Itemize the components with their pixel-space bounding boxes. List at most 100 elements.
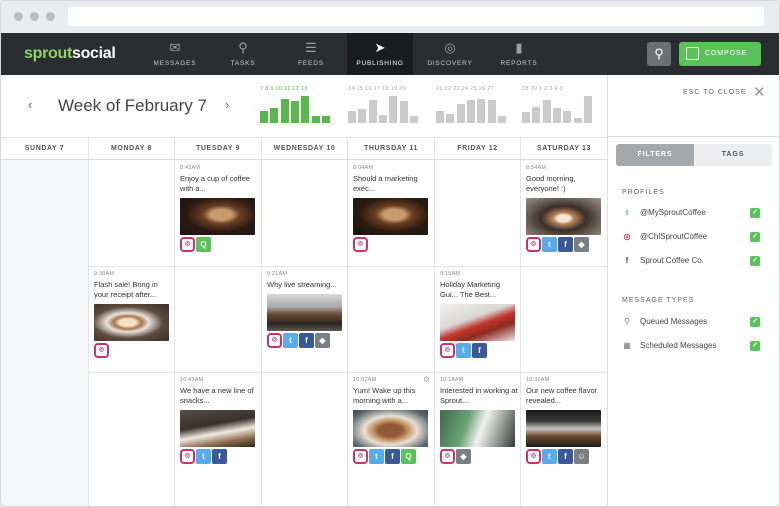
logo-part-social: social (71, 45, 116, 62)
window-dot-close[interactable] (14, 12, 23, 21)
histogram-bar (321, 116, 330, 123)
message-type-label: Scheduled Messages (640, 341, 717, 350)
nav-item-reports[interactable]: ▮ REPORTS (486, 33, 552, 75)
profile-label: Sprout Coffee Co. (640, 256, 704, 265)
message-type-filter-row[interactable]: ▦ Scheduled Messages ✓ (622, 340, 762, 352)
facebook-icon[interactable]: f (212, 449, 227, 464)
twitter-icon[interactable]: t (196, 449, 211, 464)
facebook-icon[interactable]: f (299, 333, 314, 348)
twitter-icon[interactable]: t (369, 449, 384, 464)
instagram-icon[interactable]: ◎ (353, 449, 368, 464)
post-time: 10:18AM (440, 377, 464, 383)
profile-checkbox[interactable]: ✓ (750, 232, 760, 242)
post-image[interactable] (267, 294, 342, 331)
post-card[interactable]: 8:04AM Should a marketing exec... ◎ (353, 165, 431, 252)
week-histogram[interactable]: 21 22 23 24 25 26 27 (436, 86, 508, 126)
logo[interactable]: sproutsocial (24, 45, 116, 63)
post-card[interactable]: 9:30AM Flash sale! Bring in your receipt … (94, 271, 172, 358)
compass-icon: ◎ (444, 40, 456, 55)
tab-filters[interactable]: FILTERS (616, 144, 694, 166)
twitter-icon[interactable]: t (456, 343, 471, 358)
week-histogram[interactable]: 7 8 9 10 11 12 13 (260, 86, 332, 126)
profile-filter-row[interactable]: f Sprout Coffee Co. ✓ (622, 255, 762, 267)
post-network-icons: ◎ t f ◆ (526, 237, 604, 252)
instagram-icon[interactable]: ◎ (94, 343, 109, 358)
instagram-icon[interactable]: ◎ (267, 333, 282, 348)
post-image[interactable] (353, 198, 428, 235)
profile-filter-row[interactable]: ◎ @ChlSproutCoffee ✓ (622, 231, 762, 243)
instagram-icon[interactable]: ◎ (180, 449, 195, 464)
instagram-icon[interactable]: ◎ (526, 237, 541, 252)
top-nav: sproutsocial ✉ MESSAGES ⚲ TASKS ☰ FEEDS ➤ PUBLI… (1, 33, 779, 75)
instagram-icon[interactable]: ◎ (180, 237, 195, 252)
gear-icon[interactable]: ⚙ (423, 375, 430, 384)
profile-filter-row[interactable]: t @MySproutCoffee ✓ (622, 207, 762, 219)
histogram-bar (368, 100, 377, 123)
tab-tags[interactable]: TAGS (694, 144, 772, 166)
post-card[interactable]: 10:02AM Yum! Wake up this morning with a.… (353, 375, 431, 464)
post-card[interactable]: 8:43AM Enjoy a cup of coffee with a... ◎ Q (180, 165, 258, 252)
nav-item-tasks[interactable]: ⚲ TASKS (210, 33, 276, 75)
twitter-icon[interactable]: t (283, 333, 298, 348)
address-bar[interactable] (68, 7, 764, 26)
message-type-filter-row[interactable]: ⚲ Queued Messages ✓ (622, 316, 762, 328)
tag-icon[interactable]: ◆ (574, 237, 589, 252)
post-text: Yum! Wake up this morning with a... (353, 386, 416, 405)
histogram-bar (542, 100, 551, 123)
profile-checkbox[interactable]: ✓ (750, 256, 760, 266)
message-type-checkbox[interactable]: ✓ (750, 341, 760, 351)
search-icon: ⚲ (654, 46, 664, 61)
post-image[interactable] (180, 198, 255, 235)
nav-item-feeds[interactable]: ☰ FEEDS (278, 33, 344, 75)
close-icon[interactable]: ✕ (753, 85, 766, 100)
post-card[interactable]: 9:21AM Why live streaming... ◎ t f ◆ (267, 271, 345, 348)
tag-icon[interactable]: ◆ (315, 333, 330, 348)
post-image[interactable] (526, 410, 601, 447)
search-button[interactable]: ⚲ (647, 42, 671, 66)
week-histogram[interactable]: 14 15 16 17 18 19 20 (348, 86, 420, 126)
post-time: 9:21AM (267, 271, 288, 277)
instagram-icon[interactable]: ◎ (526, 449, 541, 464)
post-image[interactable] (440, 410, 515, 447)
post-image[interactable] (440, 304, 515, 341)
post-image[interactable] (94, 304, 169, 341)
queue-icon[interactable]: Q (401, 449, 416, 464)
post-card[interactable]: 10:43AM We have a new line of snacks... ◎ t… (180, 377, 258, 464)
post-card[interactable]: 9:15AM Holiday Marketing Gui... The Best.… (440, 271, 518, 358)
next-week-button[interactable]: › (225, 97, 229, 112)
filter-panel: ESC TO CLOSE ✕ FILTERS TAGS PROFILES t @M… (607, 75, 779, 506)
compose-icon (686, 47, 699, 60)
facebook-icon[interactable]: f (558, 449, 573, 464)
histogram-bar (583, 96, 592, 123)
compose-button[interactable]: COMPOSE (679, 42, 761, 66)
histogram-bars (348, 94, 420, 123)
facebook-icon: f (625, 256, 629, 265)
facebook-icon[interactable]: f (472, 343, 487, 358)
facebook-icon[interactable]: f (385, 449, 400, 464)
nav-item-messages[interactable]: ✉ MESSAGES (142, 33, 208, 75)
queue-icon[interactable]: Q (196, 237, 211, 252)
post-image[interactable] (353, 410, 428, 447)
tag-icon[interactable]: ◆ (456, 449, 471, 464)
post-image[interactable] (180, 410, 255, 447)
window-dot-minimize[interactable] (30, 12, 39, 21)
instagram-icon[interactable]: ◎ (353, 237, 368, 252)
previous-week-button[interactable]: ‹ (28, 97, 32, 112)
twitter-icon[interactable]: t (542, 449, 557, 464)
user-icon[interactable]: ☺ (574, 449, 589, 464)
post-image[interactable] (526, 198, 601, 235)
facebook-icon[interactable]: f (558, 237, 573, 252)
post-card[interactable]: 10:30AM Our new coffee flavor revealed...… (526, 377, 604, 464)
post-text: Flash sale! Bring in your receipt after.… (94, 280, 158, 299)
post-card[interactable]: 10:18AM Interested in working at Sprout..… (440, 377, 518, 464)
profile-checkbox[interactable]: ✓ (750, 208, 760, 218)
post-card[interactable]: 8:54AM Good morning, everyone! :) ◎ t f ◆ (526, 165, 604, 252)
instagram-icon[interactable]: ◎ (440, 343, 455, 358)
instagram-icon[interactable]: ◎ (440, 449, 455, 464)
nav-item-publishing[interactable]: ➤ PUBLISHING (347, 33, 413, 75)
message-type-checkbox[interactable]: ✓ (750, 317, 760, 327)
twitter-icon[interactable]: t (542, 237, 557, 252)
week-histogram[interactable]: 28 29 1 2 3 4 5 (522, 86, 594, 126)
nav-item-discovery[interactable]: ◎ DISCOVERY (417, 33, 483, 75)
window-dot-maximize[interactable] (46, 12, 55, 21)
